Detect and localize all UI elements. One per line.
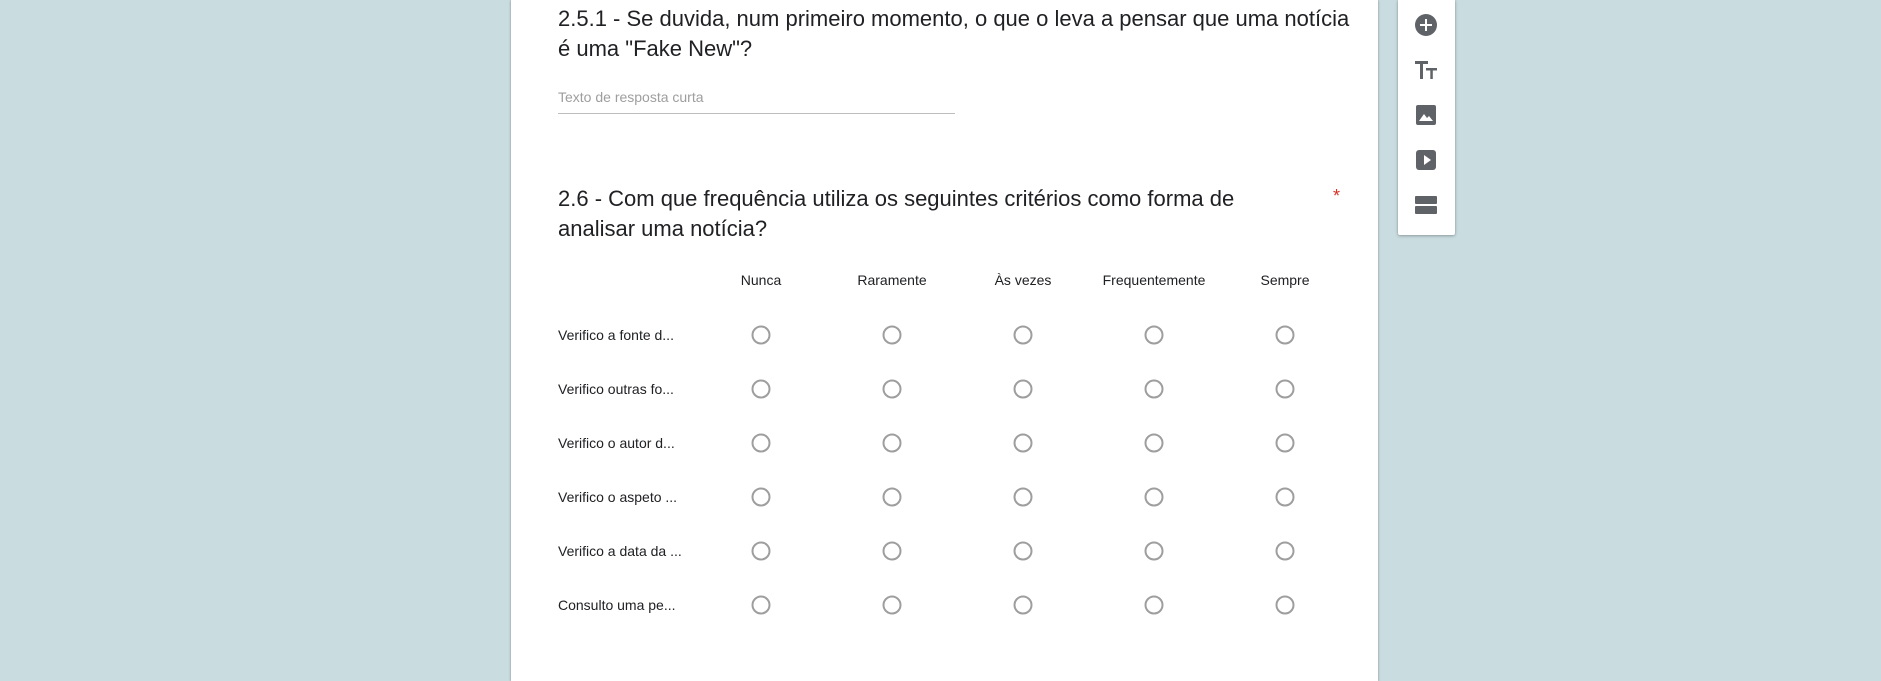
grid-question-title: 2.6 - Com que frequência utiliza os segu… bbox=[558, 186, 1235, 241]
radio-option[interactable] bbox=[1013, 325, 1033, 345]
column-header-raramente: Raramente bbox=[857, 272, 927, 288]
image-icon bbox=[1416, 105, 1436, 125]
short-answer-placeholder: Texto de resposta curta bbox=[558, 89, 704, 105]
radio-option[interactable] bbox=[1275, 595, 1295, 615]
section-icon bbox=[1415, 196, 1437, 214]
radio-option[interactable] bbox=[751, 541, 771, 561]
column-header-sempre: Sempre bbox=[1260, 272, 1310, 288]
radio-option[interactable] bbox=[1275, 487, 1295, 507]
radio-option[interactable] bbox=[1013, 433, 1033, 453]
question-title: 2.5.1 - Se duvida, num primeiro momento,… bbox=[558, 6, 1350, 61]
floating-toolbar bbox=[1398, 0, 1455, 235]
add-question-icon bbox=[1415, 14, 1437, 36]
radio-option[interactable] bbox=[1013, 487, 1033, 507]
radio-option[interactable] bbox=[1275, 325, 1295, 345]
column-header-nunca: Nunca bbox=[740, 272, 782, 288]
radio-option[interactable] bbox=[882, 541, 902, 561]
radio-option[interactable] bbox=[882, 433, 902, 453]
radio-option[interactable] bbox=[751, 433, 771, 453]
add-section-button[interactable] bbox=[1411, 190, 1441, 220]
radio-option[interactable] bbox=[751, 595, 771, 615]
add-video-button[interactable] bbox=[1411, 145, 1441, 175]
radio-option[interactable] bbox=[751, 379, 771, 399]
radio-option[interactable] bbox=[1144, 595, 1164, 615]
add-question-button[interactable] bbox=[1411, 10, 1441, 40]
radio-option[interactable] bbox=[1275, 379, 1295, 399]
radio-option[interactable] bbox=[751, 325, 771, 345]
column-header-frequentemente: Frequentemente bbox=[1102, 272, 1206, 288]
radio-option[interactable] bbox=[1013, 541, 1033, 561]
video-icon bbox=[1416, 150, 1436, 170]
add-image-button[interactable] bbox=[1411, 100, 1441, 130]
required-asterisk: * bbox=[1333, 186, 1341, 206]
form-card: 2.5.1 - Se duvida, num primeiro momento,… bbox=[511, 0, 1378, 681]
radio-option[interactable] bbox=[1275, 541, 1295, 561]
row-label: Verifico o autor d... bbox=[558, 435, 675, 451]
row-label: Verifico a data da ... bbox=[558, 543, 682, 559]
row-label: Verifico outras fo... bbox=[558, 381, 674, 397]
radio-option[interactable] bbox=[1013, 379, 1033, 399]
row-label: Verifico a fonte d... bbox=[558, 327, 674, 343]
radio-option[interactable] bbox=[882, 595, 902, 615]
radio-option[interactable] bbox=[1144, 379, 1164, 399]
radio-option[interactable] bbox=[882, 379, 902, 399]
radio-option[interactable] bbox=[882, 325, 902, 345]
radio-option[interactable] bbox=[1144, 541, 1164, 561]
add-title-button[interactable] bbox=[1411, 55, 1441, 85]
column-header-as-vezes: Às vezes bbox=[994, 272, 1052, 288]
radio-option[interactable] bbox=[1144, 325, 1164, 345]
radio-option[interactable] bbox=[1275, 433, 1295, 453]
row-label: Consulto uma pe... bbox=[558, 597, 676, 613]
title-text-icon bbox=[1415, 61, 1437, 79]
radio-option[interactable] bbox=[1013, 595, 1033, 615]
radio-option[interactable] bbox=[882, 487, 902, 507]
row-label: Verifico o aspeto ... bbox=[558, 489, 678, 505]
radio-option[interactable] bbox=[1144, 433, 1164, 453]
short-answer-field[interactable]: Texto de resposta curta bbox=[558, 87, 955, 114]
radio-option[interactable] bbox=[751, 487, 771, 507]
radio-option[interactable] bbox=[1144, 487, 1164, 507]
